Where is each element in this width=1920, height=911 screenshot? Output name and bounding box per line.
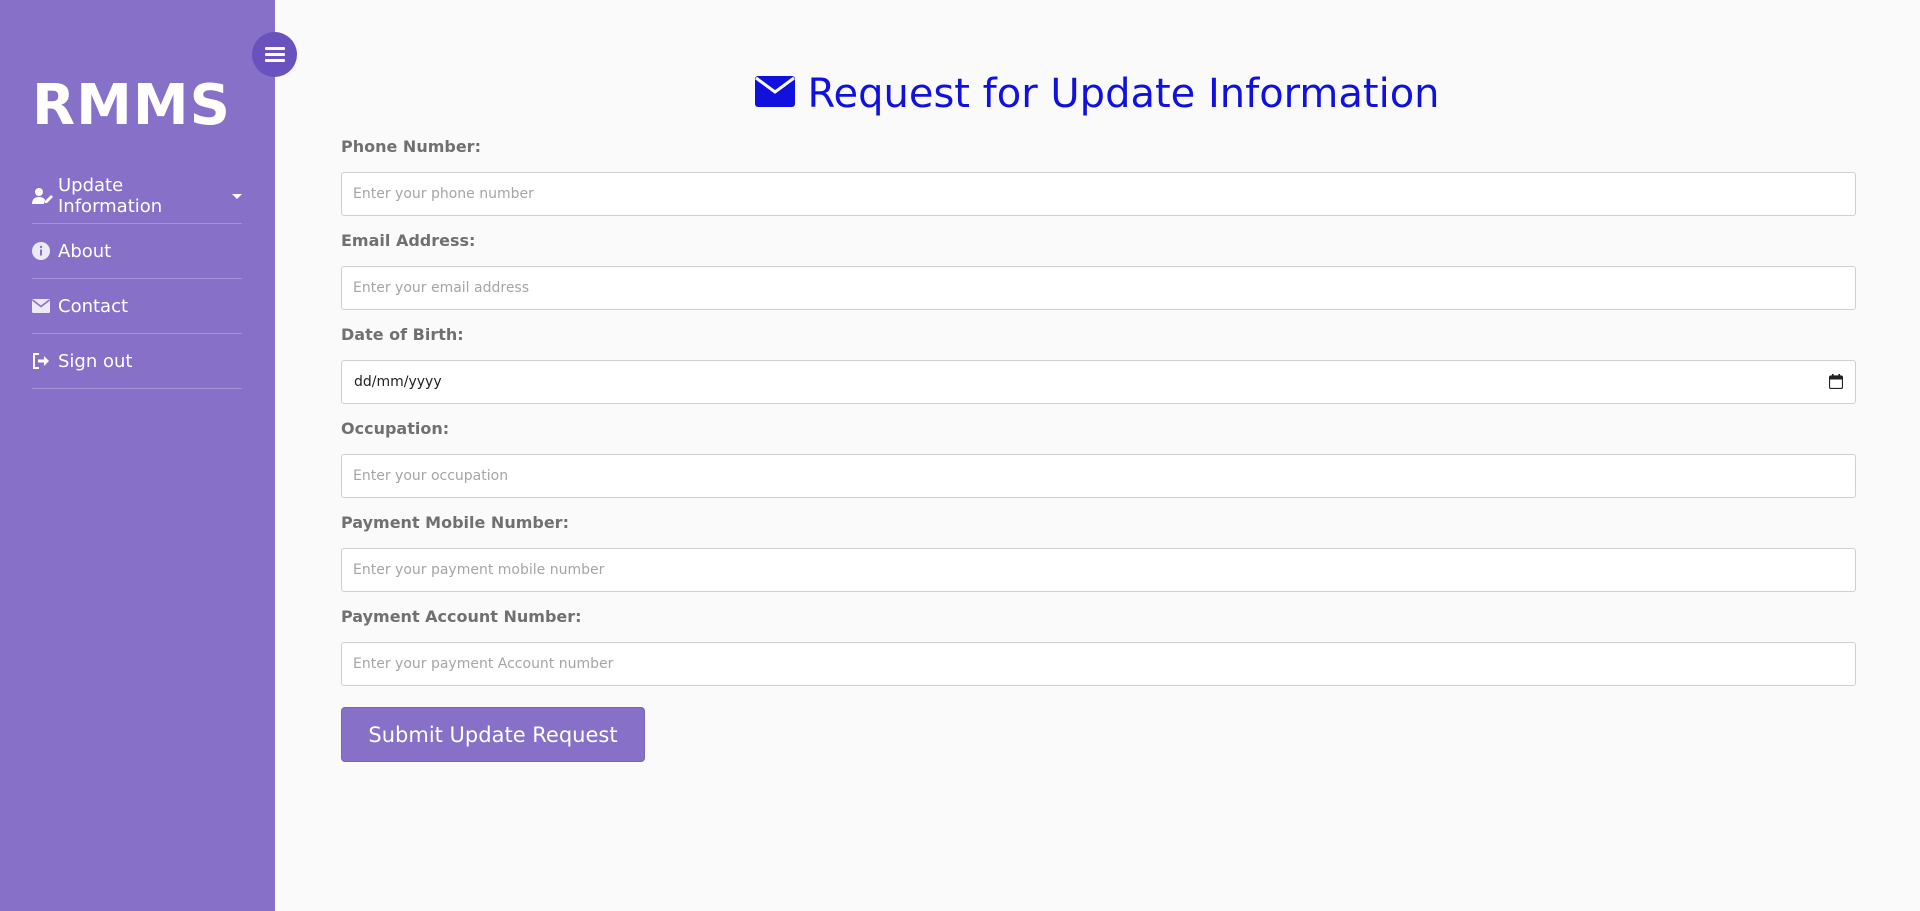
- info-circle-icon: [32, 242, 54, 260]
- envelope-icon: [755, 68, 796, 120]
- page-title-text: Request for Update Information: [807, 71, 1440, 117]
- field-label: Payment Mobile Number:: [341, 513, 569, 532]
- sidebar: RMMS Update Information About Contact Si…: [0, 0, 275, 911]
- sidebar-item-label: Sign out: [58, 350, 133, 372]
- payment-account-number-input[interactable]: [342, 643, 1855, 685]
- date-of-birth-field: Date of Birth: dd/mm/yyyy: [341, 324, 1856, 418]
- sidebar-item-sign-out[interactable]: Sign out: [32, 334, 242, 389]
- input-box: [341, 172, 1856, 216]
- sidebar-item-update-information[interactable]: Update Information: [32, 169, 242, 224]
- sidebar-item-about[interactable]: About: [32, 224, 242, 279]
- input-box: [341, 642, 1856, 686]
- occupation-field: Occupation:: [341, 418, 1856, 512]
- sidebar-item-label: Contact: [58, 295, 129, 317]
- sidebar-item-label: Update Information: [58, 175, 163, 217]
- user-edit-icon: [32, 187, 54, 205]
- phone-number-input[interactable]: [342, 173, 1855, 215]
- page-title: Request for Update Information: [275, 68, 1920, 120]
- sidebar-toggle-button[interactable]: [252, 32, 297, 77]
- input-box: [341, 266, 1856, 310]
- sign-out-icon: [32, 353, 54, 369]
- email-address-field: Email Address:: [341, 230, 1856, 324]
- calendar-icon[interactable]: [1828, 374, 1844, 393]
- email-address-input[interactable]: [342, 267, 1855, 309]
- main-content: Request for Update Information Phone Num…: [275, 0, 1920, 911]
- field-label: Payment Account Number:: [341, 607, 582, 626]
- brand-logo: RMMS: [32, 73, 231, 138]
- field-label: Date of Birth:: [341, 325, 464, 344]
- payment-account-number-field: Payment Account Number:: [341, 606, 1856, 700]
- envelope-icon: [32, 299, 54, 313]
- sidebar-nav: Update Information About Contact Sign ou…: [32, 169, 242, 389]
- payment-mobile-number-field: Payment Mobile Number:: [341, 512, 1856, 606]
- update-request-form: Phone Number: Email Address: Date of Bir…: [341, 136, 1856, 762]
- menu-icon: [264, 44, 285, 65]
- field-label: Phone Number:: [341, 137, 481, 156]
- payment-mobile-number-input[interactable]: [342, 549, 1855, 591]
- input-box: [341, 548, 1856, 592]
- input-box: [341, 454, 1856, 498]
- sidebar-item-label: About: [58, 240, 112, 262]
- submit-update-request-button[interactable]: Submit Update Request: [341, 707, 645, 762]
- caret-down-icon: [232, 193, 242, 199]
- field-label: Email Address:: [341, 231, 476, 250]
- date-placeholder: dd/mm/yyyy: [354, 374, 442, 390]
- occupation-input[interactable]: [342, 455, 1855, 497]
- date-of-birth-input[interactable]: dd/mm/yyyy: [341, 360, 1856, 404]
- sidebar-item-contact[interactable]: Contact: [32, 279, 242, 334]
- field-label: Occupation:: [341, 419, 450, 438]
- phone-number-field: Phone Number:: [341, 136, 1856, 230]
